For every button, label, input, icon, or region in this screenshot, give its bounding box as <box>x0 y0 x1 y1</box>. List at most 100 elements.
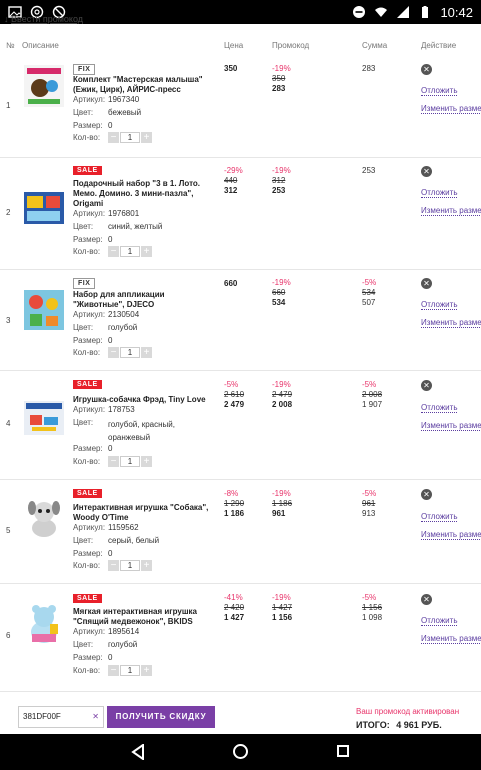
postpone-link[interactable]: Отложить <box>421 188 458 198</box>
qty-input[interactable]: 1 <box>120 132 140 143</box>
promo-old-price: 2 479 <box>272 390 293 399</box>
fix-badge: FIX <box>73 278 96 289</box>
sum-cell: 253 <box>362 166 375 176</box>
remove-item-icon[interactable]: ✕ <box>421 64 432 75</box>
product-title[interactable]: Мягкая интерактивная игрушка "Спящий мед… <box>73 607 215 627</box>
cell-signal-icon <box>397 6 410 18</box>
sum-value: 913 <box>362 509 376 518</box>
total-label: ИТОГО: <box>356 720 390 730</box>
row-number: 4 <box>6 419 11 428</box>
sum-cell: -5% 1 156 1 098 <box>362 593 382 623</box>
postpone-link[interactable]: Отложить <box>421 512 458 522</box>
color-label: Цвет: <box>73 323 94 332</box>
remove-item-icon[interactable]: ✕ <box>421 166 432 177</box>
qty-minus-button[interactable]: − <box>108 347 119 358</box>
qty-plus-button[interactable]: + <box>141 347 152 358</box>
product-title[interactable]: Набор для аппликации "Животные", DJECO <box>73 290 215 310</box>
qty-label: Кол-во: <box>73 457 101 466</box>
qty-plus-button[interactable]: + <box>141 456 152 467</box>
price-old: 2 420 <box>224 603 245 612</box>
sum-value: 1 098 <box>362 613 383 622</box>
color-label: Цвет: <box>73 536 94 545</box>
promo-new-price: 534 <box>272 298 286 307</box>
product-title[interactable]: Подарочный набор "3 в 1. Лото. Мемо. Дом… <box>73 179 215 209</box>
article-label: Артикул: <box>73 523 106 532</box>
remove-item-icon[interactable]: ✕ <box>421 489 432 500</box>
checkout-bar: 381DF00F ✕ ПОЛУЧИТЬ СКИДКУ Ваш промокод … <box>8 694 481 734</box>
qty-input[interactable]: 1 <box>120 665 140 676</box>
promo-code-value: 381DF00F <box>23 712 61 721</box>
promo-new-price: 961 <box>272 509 286 518</box>
article-label: Артикул: <box>73 627 106 636</box>
remove-item-icon[interactable]: ✕ <box>421 278 432 289</box>
product-image[interactable] <box>22 602 66 646</box>
size-row: Размер: 0 <box>73 653 112 662</box>
qty-minus-button[interactable]: − <box>108 456 119 467</box>
promo-cell: -19% 1 186 961 <box>272 489 292 519</box>
product-title[interactable]: Интерактивная игрушка "Собака", Woody O'… <box>73 503 215 523</box>
postpone-link[interactable]: Отложить <box>421 616 458 626</box>
size-row: Размер: 0 <box>73 121 112 130</box>
product-title[interactable]: Игрушка-собачка Фрэд, Tiny Love <box>73 395 215 405</box>
clear-promo-icon[interactable]: ✕ <box>92 707 99 727</box>
qty-plus-button[interactable]: + <box>141 665 152 676</box>
back-icon[interactable] <box>131 744 145 760</box>
qty-minus-button[interactable]: − <box>108 246 119 257</box>
sum-old: 2 008 <box>362 390 383 399</box>
promo-code-input[interactable]: 381DF00F ✕ <box>18 706 104 728</box>
color-row: Цвет: синий, желтый <box>73 222 162 231</box>
sum-cell: 283 <box>362 64 375 74</box>
product-image[interactable] <box>22 496 66 540</box>
recent-apps-icon[interactable] <box>337 745 349 757</box>
table-row: 4 SALE Игрушка-собачка Фрэд, Tiny Love А… <box>0 371 481 480</box>
remove-item-icon[interactable]: ✕ <box>421 380 432 391</box>
qty-plus-button[interactable]: + <box>141 560 152 571</box>
postpone-link[interactable]: Отложить <box>421 86 458 96</box>
order-total: ИТОГО: 4 961 РУБ. <box>356 720 442 730</box>
remove-item-icon[interactable]: ✕ <box>421 594 432 605</box>
size-value: 0 <box>108 549 113 558</box>
change-size-link[interactable]: Изменить разме <box>421 421 481 431</box>
qty-label: Кол-во: <box>73 133 101 142</box>
product-image[interactable] <box>22 397 66 441</box>
promo-cell: -19% 660 534 <box>272 278 291 308</box>
change-size-link[interactable]: Изменить разме <box>421 206 481 216</box>
apply-discount-button[interactable]: ПОЛУЧИТЬ СКИДКУ <box>107 706 215 728</box>
article-label: Артикул: <box>73 310 106 319</box>
promo-old-price: 1 186 <box>272 499 293 508</box>
sum-value: 253 <box>362 166 376 175</box>
product-image[interactable] <box>22 186 66 230</box>
qty-input[interactable]: 1 <box>120 456 140 467</box>
postpone-link[interactable]: Отложить <box>421 403 458 413</box>
price-discount: -29% <box>224 166 243 175</box>
qty-plus-button[interactable]: + <box>141 246 152 257</box>
sum-old: 1 156 <box>362 603 383 612</box>
qty-input[interactable]: 1 <box>120 560 140 571</box>
qty-minus-button[interactable]: − <box>108 132 119 143</box>
qty-minus-button[interactable]: − <box>108 560 119 571</box>
sale-badge: SALE <box>73 380 102 389</box>
table-row: 2 SALE Подарочный набор "3 в 1. Лото. Ме… <box>0 158 481 270</box>
qty-input[interactable]: 1 <box>120 246 140 257</box>
table-row: 5 SALE Интерактивная игрушка "Собака", W… <box>0 480 481 584</box>
color-value: голубой, красный, оранжевый <box>108 420 175 442</box>
postpone-link[interactable]: Отложить <box>421 300 458 310</box>
sum-cell: -5% 2 008 1 907 <box>362 380 382 410</box>
qty-minus-button[interactable]: − <box>108 665 119 676</box>
product-title[interactable]: Комплект "Мастерская малыша" (Ежик, Цирк… <box>73 75 215 95</box>
qty-plus-button[interactable]: + <box>141 132 152 143</box>
product-image[interactable] <box>22 288 66 332</box>
product-image[interactable] <box>22 64 66 108</box>
color-label: Цвет: <box>73 640 94 649</box>
color-row: Цвет: голубой <box>73 323 137 332</box>
size-value: 0 <box>108 336 113 345</box>
change-size-link[interactable]: Изменить разме <box>421 634 481 644</box>
change-size-link[interactable]: Изменить разме <box>421 530 481 540</box>
home-icon[interactable] <box>233 744 248 759</box>
enter-promo-link[interactable]: ↓ Ввести промокод <box>4 14 83 24</box>
qty-input[interactable]: 1 <box>120 347 140 358</box>
change-size-link[interactable]: Изменить разме <box>421 318 481 328</box>
minus-circle-icon <box>353 6 366 18</box>
change-size-link[interactable]: Изменить разме <box>421 104 481 114</box>
color-value: голубой <box>108 640 138 649</box>
